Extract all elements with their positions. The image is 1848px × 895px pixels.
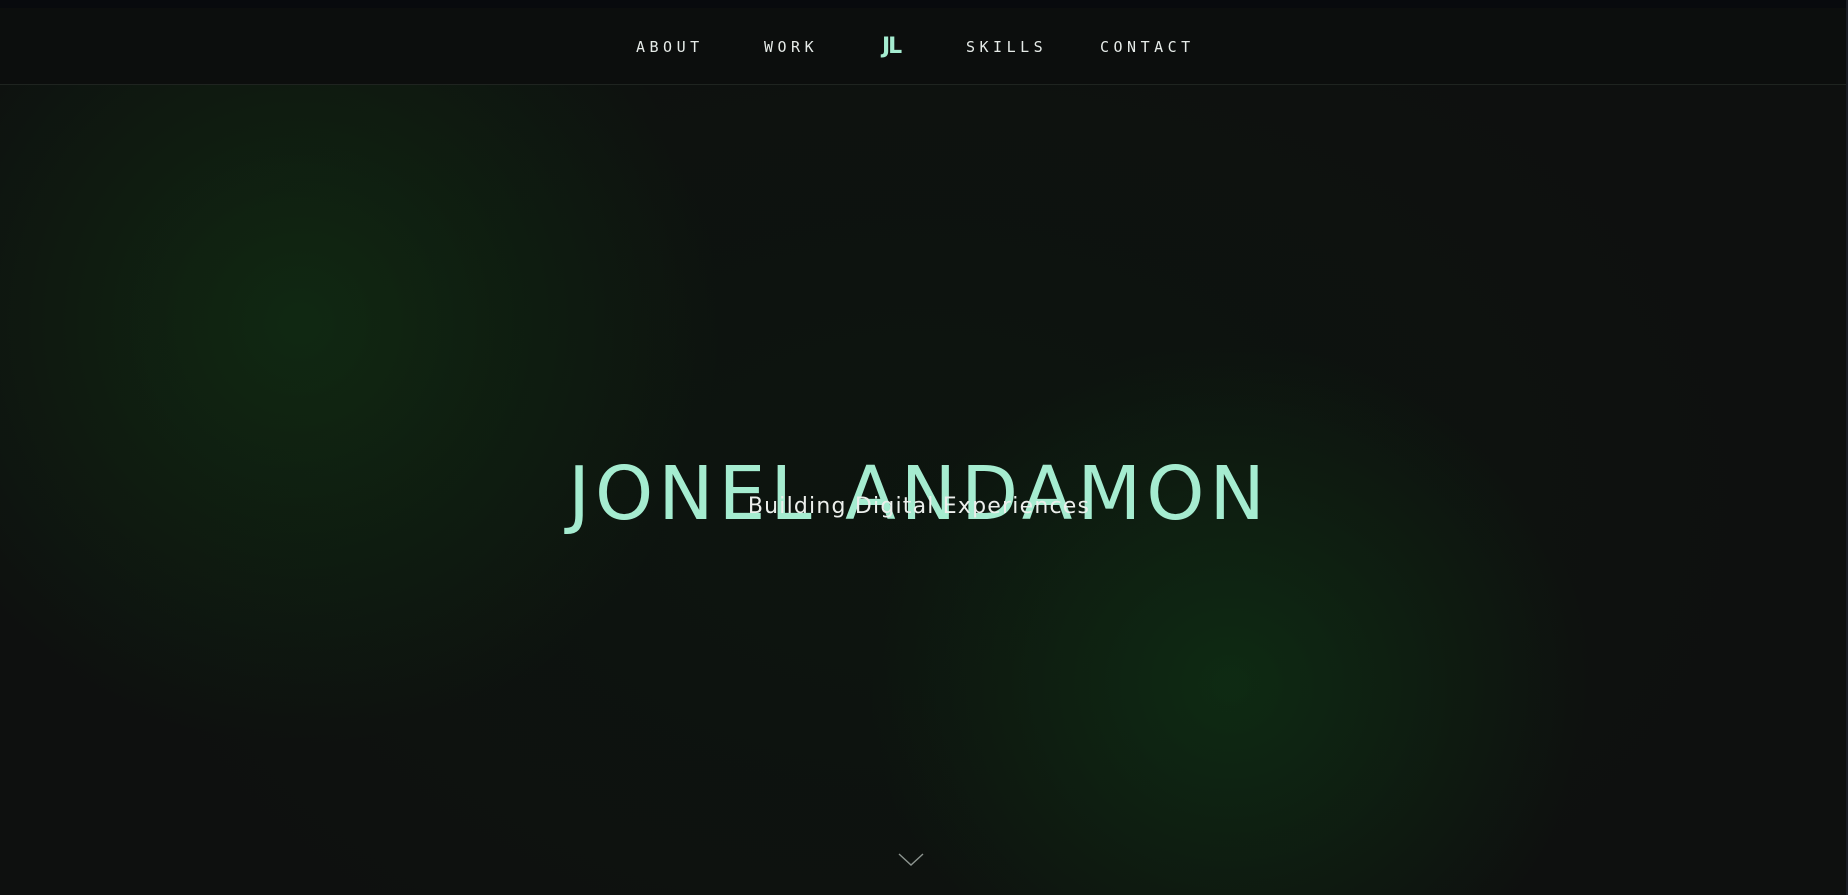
nav-link-about[interactable]: ABOUT [636, 38, 704, 56]
top-strip [0, 0, 1848, 8]
hero-subtitle: Building Digital Experiences [747, 494, 1091, 519]
logo[interactable]: JL [882, 34, 902, 59]
nav-link-skills[interactable]: SKILLS [966, 38, 1047, 56]
navbar: ABOUT WORK JL SKILLS CONTACT [0, 8, 1848, 85]
chevron-down-icon[interactable] [898, 852, 924, 868]
nav-link-work[interactable]: WORK [764, 38, 818, 56]
page: ABOUT WORK JL SKILLS CONTACT JONEL ANDAM… [0, 0, 1848, 895]
nav-link-contact[interactable]: CONTACT [1100, 38, 1195, 56]
